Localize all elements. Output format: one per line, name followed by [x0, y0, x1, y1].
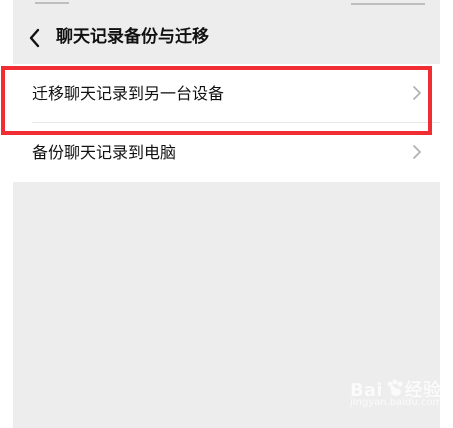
list-item-backup-chat-history[interactable]: 备份聊天记录到电脑 [13, 123, 440, 182]
list-item-migrate-chat-history[interactable]: 迁移聊天记录到另一台设备 [13, 64, 440, 123]
back-button[interactable] [21, 24, 49, 52]
chevron-right-icon [413, 86, 421, 100]
top-navigation-bar: 聊天记录备份与迁移 [13, 8, 440, 64]
watermark-url: jingyan.baidu.com [350, 397, 440, 408]
list-item-label: 迁移聊天记录到另一台设备 [32, 84, 225, 103]
chevron-right-icon [413, 145, 421, 159]
back-arrow-icon [29, 28, 40, 48]
watermark-logo: Bai 经验 jingyan.baidu.com [350, 376, 440, 418]
paw-icon [387, 379, 403, 396]
list-item-label: 备份聊天记录到电脑 [32, 143, 177, 162]
settings-list: 迁移聊天记录到另一台设备 备份聊天记录到电脑 [13, 64, 440, 182]
status-time-indicator [35, 0, 69, 4]
page-title: 聊天记录备份与迁移 [56, 27, 209, 47]
phone-screen: 聊天记录备份与迁移 迁移聊天记录到另一台设备 备份聊天记录到电脑 Bai经验 [13, 0, 440, 428]
status-icons [351, 0, 425, 5]
status-bar [13, 0, 440, 8]
